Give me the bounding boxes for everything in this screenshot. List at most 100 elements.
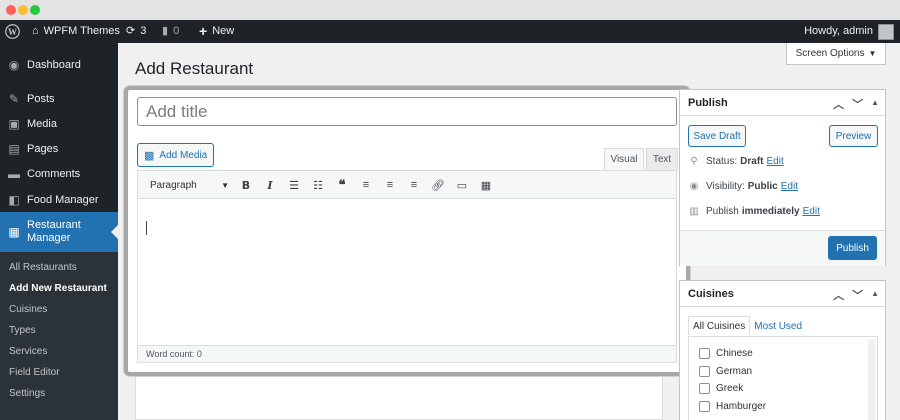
collapse-icon[interactable]: ▲ [871, 98, 879, 112]
format-select[interactable]: Paragraph ▼ [145, 176, 233, 194]
submenu-settings[interactable]: Settings [9, 388, 45, 399]
cuisine-scrollbar[interactable] [868, 339, 875, 420]
account-menu[interactable]: Howdy, admin [804, 20, 894, 43]
cuisine-label: Hamburger [716, 401, 767, 412]
sidebar-item-dashboard[interactable]: ◉ Dashboard [0, 52, 118, 77]
status-label: Status: [706, 156, 738, 167]
submenu-add-new-restaurant[interactable]: Add New Restaurant [9, 283, 107, 294]
editor-toolbar: Paragraph ▼ B I ☰ ☷ ❝ ≡ ≡ ≡ 🔗︎ ▭ ▦ [137, 170, 677, 199]
publish-button[interactable]: Publish [828, 236, 877, 260]
edit-status-link[interactable]: Edit [766, 156, 783, 167]
cuisines-box: Cuisines ︿ ﹀ ▲ All Cuisines Most Used Ch… [679, 280, 886, 420]
screen-options-label: Screen Options [795, 48, 865, 59]
sidebar-item-label: Posts [27, 92, 55, 105]
add-media-icon: ▩ [144, 149, 155, 162]
editor-content-area[interactable] [137, 199, 677, 345]
preview-button[interactable]: Preview [829, 125, 878, 147]
caret-down-icon: ▼ [221, 180, 229, 190]
align-left-icon[interactable]: ≡ [358, 177, 374, 193]
publish-box-footer: Publish [680, 230, 885, 266]
admin-bar: W ⌂ WPFM Themes ⟳ 3 ▮ 0 + New Howdy, adm… [0, 20, 900, 43]
updates-link[interactable]: ⟳ 3 [126, 20, 146, 43]
numbered-list-icon[interactable]: ☷ [310, 177, 326, 193]
lower-content-panel [135, 376, 663, 420]
collapse-icon[interactable]: ▲ [871, 289, 879, 303]
sidebar-item-label: Dashboard [27, 58, 81, 71]
format-select-value: Paragraph [150, 179, 197, 191]
move-down-icon[interactable]: ﹀ [852, 287, 863, 303]
tab-visual[interactable]: Visual [604, 148, 644, 170]
word-count: Word count: 0 [146, 349, 202, 359]
sidebar-item-label: Food Manager [27, 193, 99, 206]
close-window-button[interactable] [6, 5, 16, 15]
sidebar-item-media[interactable]: ▣ Media [0, 111, 118, 136]
sidebar-item-pages[interactable]: ▤ Pages [0, 136, 118, 161]
updates-icon: ⟳ [126, 25, 136, 37]
visibility-row: ◉ Visibility: Public Edit [688, 181, 798, 192]
minimize-window-button[interactable] [18, 5, 28, 15]
site-name-label: WPFM Themes [43, 25, 120, 37]
screen-options-button[interactable]: Screen Options ▼ [786, 43, 886, 65]
new-content-link[interactable]: + New [199, 20, 234, 43]
align-center-icon[interactable]: ≡ [382, 177, 398, 193]
submenu-field-editor[interactable]: Field Editor [9, 367, 60, 378]
move-up-icon[interactable]: ︿ [833, 287, 844, 303]
sidebar-item-label: Restaurant Manager [27, 219, 81, 244]
edit-schedule-link[interactable]: Edit [803, 206, 820, 217]
checkbox[interactable] [699, 348, 710, 359]
toolbar-toggle-icon[interactable]: ▦ [478, 177, 494, 193]
schedule-value: immediately [741, 206, 800, 217]
title-input[interactable] [137, 97, 677, 126]
pin-icon: ✎ [8, 91, 20, 106]
italic-icon[interactable]: I [262, 177, 278, 193]
align-right-icon[interactable]: ≡ [406, 177, 422, 193]
updates-count: 3 [140, 25, 147, 37]
comments-link[interactable]: ▮ 0 [162, 20, 179, 43]
dashboard-icon: ◉ [8, 57, 20, 72]
window-titlebar [0, 0, 900, 20]
submenu-all-restaurants[interactable]: All Restaurants [9, 262, 77, 273]
maximize-window-button[interactable] [30, 5, 40, 15]
sidebar-item-restaurant-manager[interactable]: ▦ Restaurant Manager [0, 212, 118, 252]
checkbox[interactable] [699, 366, 710, 377]
list-item[interactable]: Hamburger [699, 401, 766, 412]
sidebar-item-label: Media [27, 117, 57, 130]
submenu-types[interactable]: Types [9, 325, 36, 336]
edit-visibility-link[interactable]: Edit [781, 181, 798, 192]
bullet-list-icon[interactable]: ☰ [286, 177, 302, 193]
avatar [878, 23, 894, 40]
text-cursor [146, 221, 147, 235]
plus-icon: + [199, 23, 208, 39]
tab-most-used[interactable]: Most Used [750, 316, 806, 336]
move-up-icon[interactable]: ︿ [833, 96, 844, 112]
save-draft-button[interactable]: Save Draft [688, 125, 746, 147]
add-media-button[interactable]: ▩ Add Media [137, 143, 215, 167]
submenu-cuisines[interactable]: Cuisines [9, 304, 47, 315]
site-name-link[interactable]: ⌂ WPFM Themes [32, 20, 120, 43]
restaurant-icon: ▦ [8, 224, 20, 239]
sidebar-item-food-manager[interactable]: ◧ Food Manager [0, 187, 118, 212]
sidebar-item-posts[interactable]: ✎ Posts [0, 86, 118, 111]
wordpress-logo-icon[interactable]: W [5, 20, 20, 43]
move-down-icon[interactable]: ﹀ [852, 96, 863, 112]
admin-sidebar: ◉ Dashboard ✎ Posts ▣ Media ▤ Pages ▬ Co… [0, 43, 118, 420]
key-icon: ⚲ [690, 156, 698, 167]
list-item[interactable]: Chinese [699, 348, 753, 359]
tab-all-cuisines[interactable]: All Cuisines [688, 316, 751, 336]
cuisine-label: Chinese [716, 348, 753, 359]
list-item[interactable]: Greek [699, 383, 743, 394]
calendar-icon: ▥ [689, 206, 699, 217]
add-media-label: Add Media [159, 149, 208, 161]
svg-text:W: W [8, 27, 17, 37]
bold-icon[interactable]: B [238, 177, 254, 193]
link-icon[interactable]: 🔗︎ [430, 177, 446, 193]
sidebar-item-comments[interactable]: ▬ Comments [0, 161, 118, 186]
checkbox[interactable] [699, 383, 710, 394]
submenu-services[interactable]: Services [9, 346, 47, 357]
list-item[interactable]: German [699, 366, 752, 377]
food-manager-icon: ◧ [8, 192, 20, 207]
checkbox[interactable] [699, 401, 710, 412]
blockquote-icon[interactable]: ❝ [334, 177, 350, 193]
tab-text[interactable]: Text [646, 148, 678, 170]
read-more-icon[interactable]: ▭ [454, 177, 470, 193]
